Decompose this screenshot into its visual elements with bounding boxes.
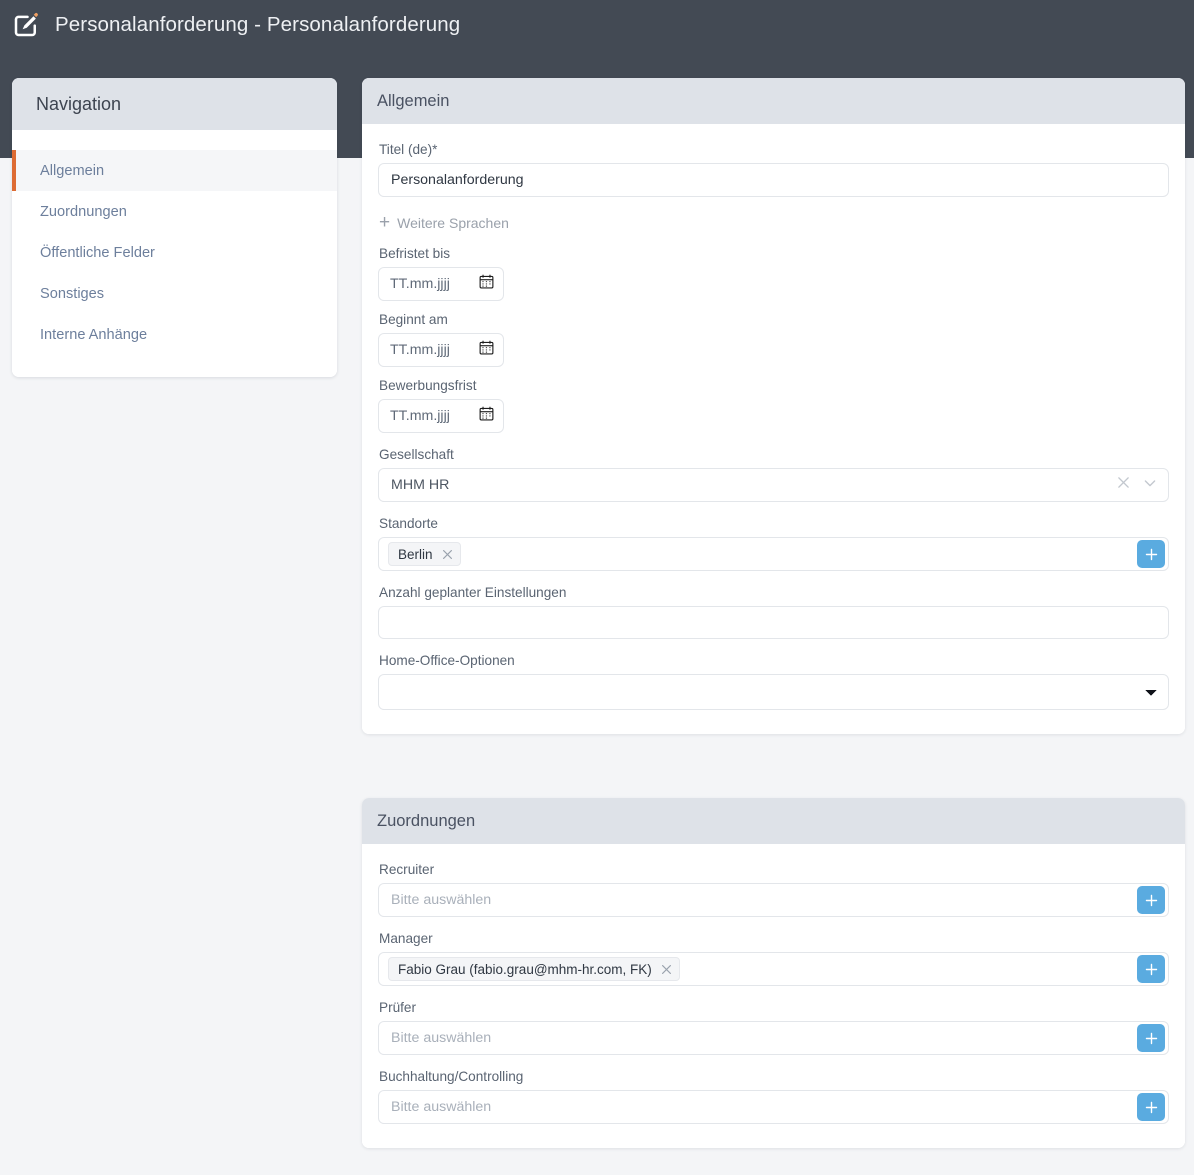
edit-pencil-square-icon xyxy=(11,10,41,40)
titel-input[interactable] xyxy=(378,163,1169,197)
date-placeholder: TT.mm.jjjj xyxy=(390,342,450,358)
zuordnungen-card-heading: Zuordnungen xyxy=(362,798,1185,844)
bewerbungsfrist-input[interactable]: TT.mm.jjjj xyxy=(378,399,504,433)
buchhaltung-add-button[interactable] xyxy=(1137,1093,1165,1121)
chevron-down-icon[interactable] xyxy=(1143,476,1157,495)
tag-label: Berlin xyxy=(398,546,433,562)
plus-icon: + xyxy=(379,212,391,233)
gesellschaft-select[interactable]: MHM HR xyxy=(378,468,1169,502)
sidebar-item-oeffentliche-felder[interactable]: Öffentliche Felder xyxy=(12,232,337,273)
calendar-icon[interactable] xyxy=(479,340,494,360)
remove-tag-icon[interactable] xyxy=(661,964,672,975)
pruefer-placeholder: Bitte auswählen xyxy=(391,1030,492,1046)
weitere-sprachen-button[interactable]: + Weitere Sprachen xyxy=(379,213,1169,232)
sidebar-item-label: Zuordnungen xyxy=(40,203,127,220)
buchhaltung-placeholder: Bitte auswählen xyxy=(391,1099,492,1115)
date-placeholder: TT.mm.jjjj xyxy=(390,276,450,292)
zuordnungen-card: Zuordnungen Recruiter Bitte auswählen Ma… xyxy=(362,798,1185,1148)
home-office-label: Home-Office-Optionen xyxy=(379,653,515,668)
sidebar-item-allgemein[interactable]: Allgemein xyxy=(12,150,337,191)
titel-label: Titel (de)* xyxy=(379,142,438,157)
tag-chip[interactable]: Fabio Grau (fabio.grau@mhm-hr.com, FK) xyxy=(388,957,680,981)
anzahl-einstellungen-label: Anzahl geplanter Einstellungen xyxy=(379,585,567,600)
navigation-panel: Navigation Allgemein Zuordnungen Öffentl… xyxy=(12,78,337,377)
window-title: Personalanforderung - Personalanforderun… xyxy=(55,13,461,36)
field-anzahl-einstellungen: Anzahl geplanter Einstellungen xyxy=(378,585,1169,639)
buchhaltung-label: Buchhaltung/Controlling xyxy=(379,1069,524,1084)
befristet-bis-label: Befristet bis xyxy=(379,246,451,261)
tag-label: Fabio Grau (fabio.grau@mhm-hr.com, FK) xyxy=(398,961,652,977)
weitere-sprachen-label: Weitere Sprachen xyxy=(397,214,509,231)
pruefer-label: Prüfer xyxy=(379,1000,417,1015)
home-office-select[interactable] xyxy=(378,674,1169,710)
tag-chip[interactable]: Berlin xyxy=(388,542,461,566)
sidebar-item-label: Sonstiges xyxy=(40,285,105,302)
field-recruiter: Recruiter Bitte auswählen xyxy=(378,862,1169,917)
field-standorte: Standorte Berlin xyxy=(378,516,1169,571)
field-buchhaltung: Buchhaltung/Controlling Bitte auswählen xyxy=(378,1069,1169,1124)
standorte-tag-input[interactable]: Berlin xyxy=(378,537,1169,571)
remove-tag-icon[interactable] xyxy=(442,549,453,560)
manager-add-button[interactable] xyxy=(1137,955,1165,983)
field-gesellschaft: Gesellschaft MHM HR xyxy=(378,447,1169,502)
pruefer-tag-input[interactable]: Bitte auswählen xyxy=(378,1021,1169,1055)
allgemein-card-heading: Allgemein xyxy=(362,78,1185,124)
navigation-list: Allgemein Zuordnungen Öffentliche Felder… xyxy=(12,130,337,377)
manager-tag-input[interactable]: Fabio Grau (fabio.grau@mhm-hr.com, FK) xyxy=(378,952,1169,986)
sidebar-item-sonstiges[interactable]: Sonstiges xyxy=(12,273,337,314)
sidebar-item-zuordnungen[interactable]: Zuordnungen xyxy=(12,191,337,232)
sidebar-item-interne-anhaenge[interactable]: Interne Anhänge xyxy=(12,314,337,355)
field-bewerbungsfrist: Bewerbungsfrist TT.mm.jjjj xyxy=(378,378,1169,433)
close-icon[interactable] xyxy=(1117,476,1130,494)
standorte-label: Standorte xyxy=(379,516,438,531)
allgemein-card: Allgemein Titel (de)* + Weitere Sprachen… xyxy=(362,78,1185,734)
anzahl-einstellungen-input[interactable] xyxy=(378,606,1169,639)
befristet-bis-input[interactable]: TT.mm.jjjj xyxy=(378,267,504,301)
sidebar-item-label: Allgemein xyxy=(40,162,105,179)
recruiter-placeholder: Bitte auswählen xyxy=(391,892,492,908)
manager-label: Manager xyxy=(379,931,433,946)
calendar-icon[interactable] xyxy=(479,274,494,294)
recruiter-add-button[interactable] xyxy=(1137,886,1165,914)
sidebar-item-label: Öffentliche Felder xyxy=(40,244,155,261)
field-pruefer: Prüfer Bitte auswählen xyxy=(378,1000,1169,1055)
navigation-heading: Navigation xyxy=(12,78,337,130)
gesellschaft-value: MHM HR xyxy=(391,477,450,493)
buchhaltung-tag-input[interactable]: Bitte auswählen xyxy=(378,1090,1169,1124)
field-beginnt-am: Beginnt am TT.mm.jjjj xyxy=(378,312,1169,367)
standorte-add-button[interactable] xyxy=(1137,540,1165,568)
beginnt-am-label: Beginnt am xyxy=(379,312,448,327)
field-manager: Manager Fabio Grau (fabio.grau@mhm-hr.co… xyxy=(378,931,1169,986)
calendar-icon[interactable] xyxy=(479,406,494,426)
gesellschaft-label: Gesellschaft xyxy=(379,447,454,462)
recruiter-label: Recruiter xyxy=(379,862,435,877)
field-befristet-bis: Befristet bis TT.mm.jjjj xyxy=(378,246,1169,301)
date-placeholder: TT.mm.jjjj xyxy=(390,408,450,424)
bewerbungsfrist-label: Bewerbungsfrist xyxy=(379,378,477,393)
pruefer-add-button[interactable] xyxy=(1137,1024,1165,1052)
recruiter-tag-input[interactable]: Bitte auswählen xyxy=(378,883,1169,917)
field-home-office: Home-Office-Optionen xyxy=(378,653,1169,710)
field-titel: Titel (de)* xyxy=(378,142,1169,197)
sidebar-item-label: Interne Anhänge xyxy=(40,326,148,343)
beginnt-am-input[interactable]: TT.mm.jjjj xyxy=(378,333,504,367)
